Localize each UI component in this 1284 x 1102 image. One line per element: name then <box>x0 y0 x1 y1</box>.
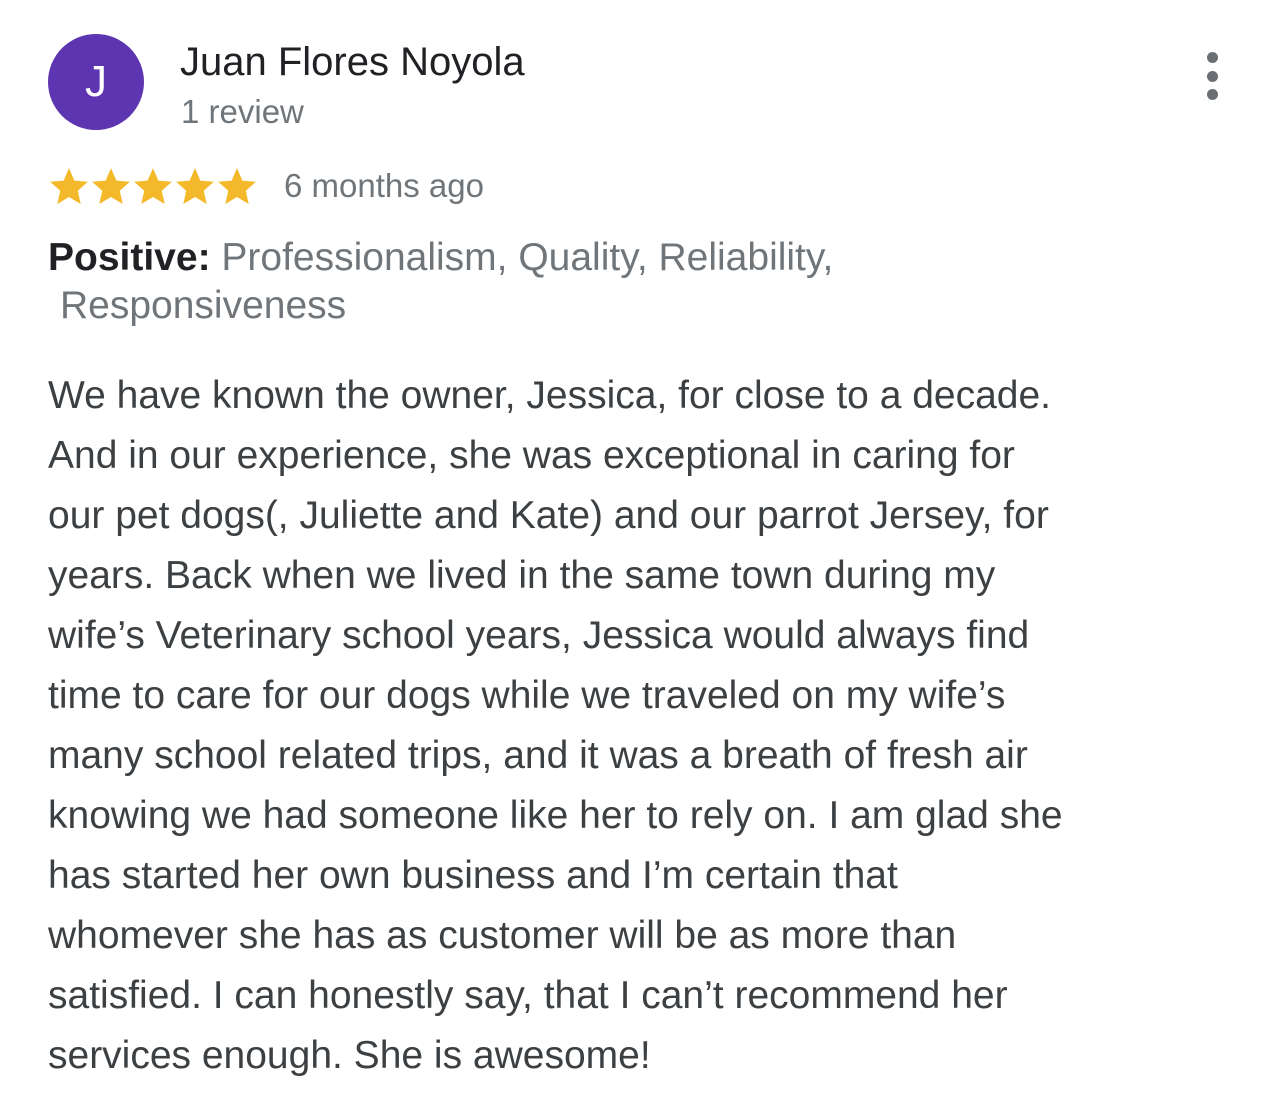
star-filled-icon <box>176 168 214 205</box>
attributes-values-line2: Responsiveness <box>60 284 347 327</box>
review-text-line: whomever she has as customer will be as … <box>48 914 957 957</box>
star-rating <box>48 165 258 207</box>
more-options-button[interactable] <box>1196 52 1228 100</box>
review-text-line: We have known the owner, Jessica, for cl… <box>48 374 1052 417</box>
review-card: J Juan Flores Noyola 1 review 6 months a… <box>0 0 1284 1102</box>
star-filled-icon <box>92 168 130 205</box>
more-vert-icon-dot <box>1206 89 1218 100</box>
review-text: We have known the owner, Jessica, for cl… <box>48 366 1248 1086</box>
review-text-line: many school related trips, and it was a … <box>48 734 1028 777</box>
review-attributes: Positive: Professionalism, Quality, Reli… <box>48 234 1228 330</box>
star-filled-icon <box>50 168 88 205</box>
avatar-initial: J <box>85 57 107 106</box>
star-filled-icon <box>218 168 256 205</box>
star-filled-icon <box>134 168 172 205</box>
review-text-line: knowing we had someone like her to rely … <box>48 794 1063 837</box>
review-text-line: time to care for our dogs while we trave… <box>48 674 1006 717</box>
more-vert-icon-dot <box>1206 70 1218 82</box>
attributes-values-line1: Professionalism, Quality, Reliability, <box>221 236 834 279</box>
review-text-line: has started her own business and I’m cer… <box>48 854 898 897</box>
reviewer-name[interactable]: Juan Flores Noyola <box>180 40 525 85</box>
review-text-line: wife’s Veterinary school years, Jessica … <box>48 614 1030 657</box>
rating-row: 6 months ago <box>48 160 484 212</box>
review-time: 6 months ago <box>284 167 484 204</box>
review-text-line: our pet dogs(, Juliette and Kate) and ou… <box>48 494 1049 537</box>
review-text-line: services enough. She is awesome! <box>48 1034 651 1077</box>
reviewer-review-count[interactable]: 1 review <box>181 93 304 131</box>
attributes-label: Positive: <box>48 236 211 279</box>
review-text-line: satisfied. I can honestly say, that I ca… <box>48 974 1008 1017</box>
more-vert-icon <box>1206 52 1218 63</box>
avatar[interactable]: J <box>48 34 144 130</box>
review-text-line: years. Back when we lived in the same to… <box>48 554 996 597</box>
review-text-line: And in our experience, she was exception… <box>48 434 1015 477</box>
